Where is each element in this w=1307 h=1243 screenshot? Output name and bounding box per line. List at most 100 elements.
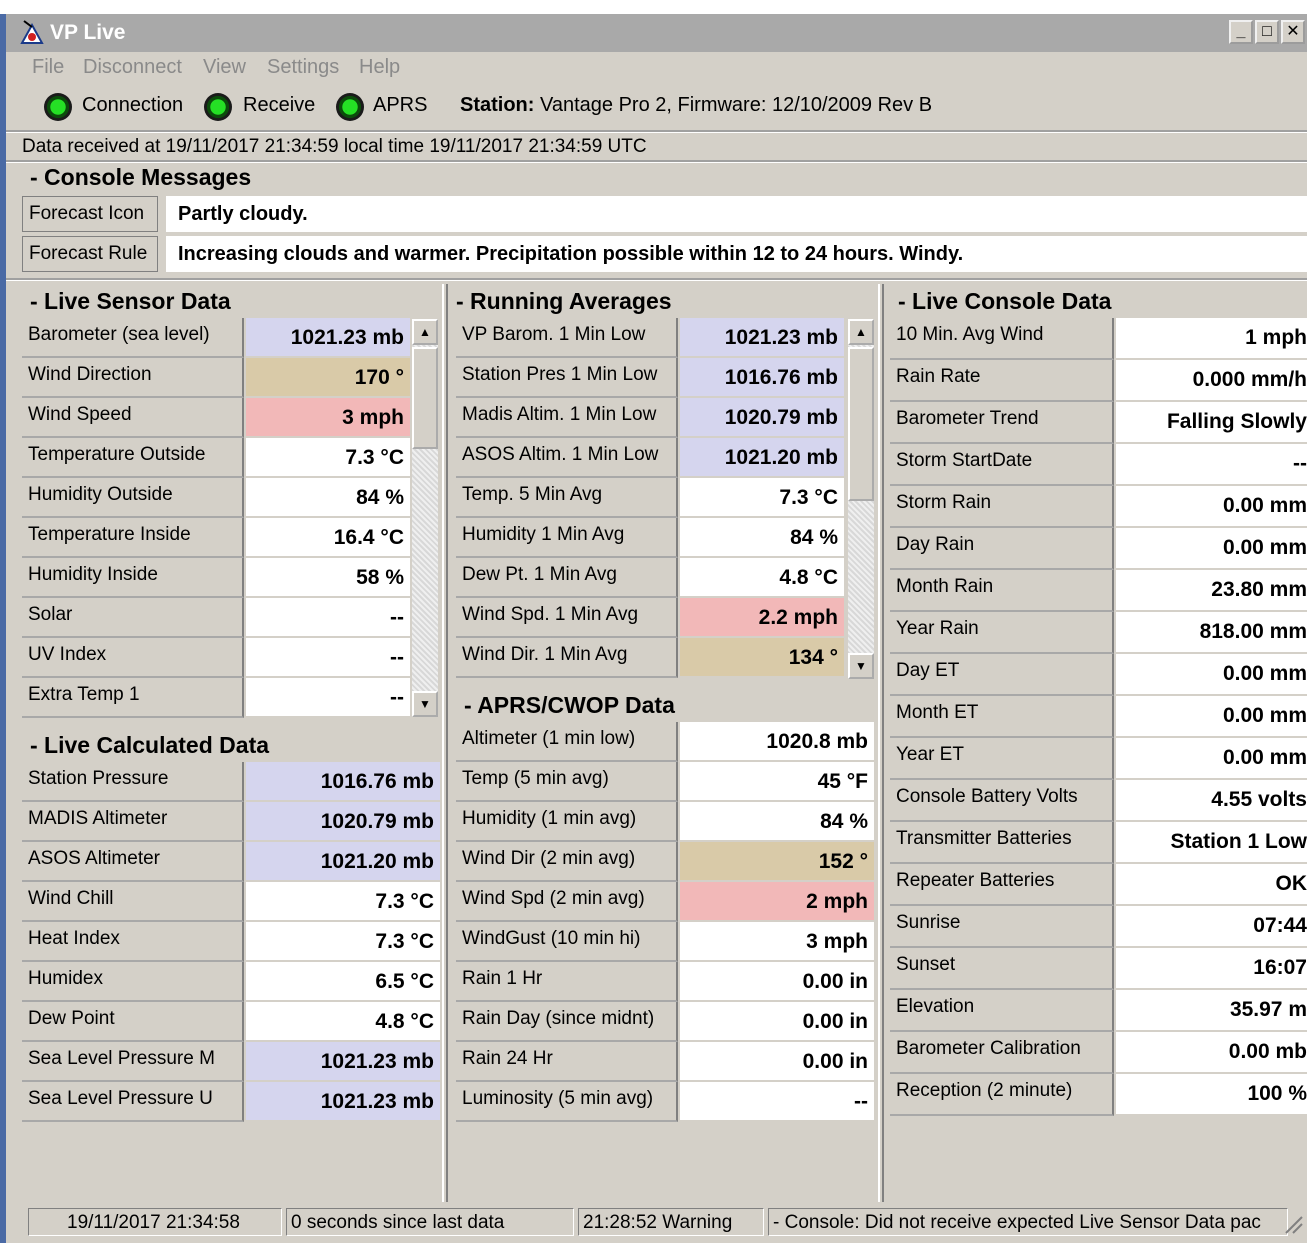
scroll-thumb[interactable]: [412, 347, 438, 449]
data-row-wind-dir-2-min-avg: Wind Dir (2 min avg) 152 °: [456, 842, 874, 882]
data-row-10-min-avg-wind: 10 Min. Avg Wind 1 mph: [890, 318, 1307, 360]
field-value: 0.00 mm: [1116, 486, 1307, 528]
receive-led-icon: [204, 93, 232, 121]
station-info: Station: Vantage Pro 2, Firmware: 12/10/…: [460, 94, 932, 117]
menu-help[interactable]: Help: [359, 56, 400, 79]
field-value: 1021.23 mb: [246, 318, 410, 358]
field-label: Console Battery Volts: [890, 780, 1114, 822]
field-value: 7.3 °C: [680, 478, 844, 518]
data-row-humidity-outside: Humidity Outside 84 %: [22, 478, 440, 518]
data-row-month-rain: Month Rain 23.80 mm: [890, 570, 1307, 612]
console-messages-header[interactable]: - Console Messages: [30, 164, 252, 192]
field-label: ASOS Altimeter: [22, 842, 244, 882]
field-label: Wind Direction: [22, 358, 244, 398]
column-splitter[interactable]: [878, 284, 884, 1202]
field-label: Dew Pt. 1 Min Avg: [456, 558, 678, 598]
aprs-cwop-header[interactable]: - APRS/CWOP Data: [464, 692, 675, 720]
field-label: Humidity (1 min avg): [456, 802, 678, 842]
data-row-vp-barom-1-min-low: VP Barom. 1 Min Low 1021.23 mb: [456, 318, 874, 358]
forecast-rule-label: Forecast Rule: [22, 236, 158, 272]
field-value: 1020.8 mb: [680, 722, 874, 762]
field-label: Madis Altim. 1 Min Low: [456, 398, 678, 438]
field-label: UV Index: [22, 638, 244, 678]
minimize-button[interactable]: _: [1229, 20, 1253, 44]
data-row-wind-direction: Wind Direction 170 °: [22, 358, 440, 398]
scroll-down-arrow-icon[interactable]: ▼: [848, 653, 874, 679]
field-value: 1016.76 mb: [680, 358, 844, 398]
field-label: Wind Chill: [22, 882, 244, 922]
field-label: Barometer (sea level): [22, 318, 244, 358]
field-label: Repeater Batteries: [890, 864, 1114, 906]
data-row-barometer-calibration: Barometer Calibration 0.00 mb: [890, 1032, 1307, 1074]
column-splitter[interactable]: [442, 284, 448, 1202]
close-button[interactable]: ✕: [1281, 20, 1305, 44]
field-label: Heat Index: [22, 922, 244, 962]
divider: [6, 130, 1307, 133]
aprs-cwop-panel: Altimeter (1 min low) 1020.8 mb Temp (5 mi…: [456, 722, 874, 1122]
maximize-button[interactable]: □: [1255, 20, 1279, 44]
data-row-dew-point: Dew Point 4.8 °C: [22, 1002, 440, 1042]
resize-grip-icon[interactable]: [1281, 1212, 1303, 1234]
field-value: 16:07: [1116, 948, 1307, 990]
field-value: 7.3 °C: [246, 882, 440, 922]
data-row-wind-dir-1-min-avg: Wind Dir. 1 Min Avg 134 °: [456, 638, 874, 678]
data-row-month-et: Month ET 0.00 mm: [890, 696, 1307, 738]
data-row-sunset: Sunset 16:07: [890, 948, 1307, 990]
field-label: Humidity 1 Min Avg: [456, 518, 678, 558]
menu-disconnect[interactable]: Disconnect: [83, 56, 182, 79]
field-value: 84 %: [680, 518, 844, 558]
field-value: 1 mph: [1116, 318, 1307, 360]
field-label: Storm Rain: [890, 486, 1114, 528]
field-label: Wind Dir (2 min avg): [456, 842, 678, 882]
data-row-year-rain: Year Rain 818.00 mm: [890, 612, 1307, 654]
menu-settings[interactable]: Settings: [267, 56, 339, 79]
live-calculated-header[interactable]: - Live Calculated Data: [30, 732, 270, 760]
scroll-thumb[interactable]: [848, 347, 874, 501]
live-console-header[interactable]: - Live Console Data: [898, 288, 1112, 316]
title-bar[interactable]: VP Live _ □ ✕: [6, 14, 1307, 52]
field-value: 0.00 mm: [1116, 696, 1307, 738]
menu-file[interactable]: File: [32, 56, 64, 79]
window-title: VP Live: [50, 21, 126, 44]
field-label: Transmitter Batteries: [890, 822, 1114, 864]
field-value: 3 mph: [246, 398, 410, 438]
running-averages-scrollbar[interactable]: ▲ ▼: [848, 319, 874, 679]
data-row-storm-startdate: Storm StartDate --: [890, 444, 1307, 486]
field-value: 1021.23 mb: [680, 318, 844, 358]
field-value: 7.3 °C: [246, 438, 410, 478]
field-value: 2.2 mph: [680, 598, 844, 638]
scroll-up-arrow-icon[interactable]: ▲: [412, 319, 438, 345]
field-label: Sunrise: [890, 906, 1114, 948]
running-averages-header[interactable]: - Running Averages: [456, 288, 672, 316]
field-label: MADIS Altimeter: [22, 802, 244, 842]
field-label: Wind Speed: [22, 398, 244, 438]
data-row-windgust-10-min-hi: WindGust (10 min hi) 3 mph: [456, 922, 874, 962]
field-value: 1016.76 mb: [246, 762, 440, 802]
field-label: Luminosity (5 min avg): [456, 1082, 678, 1122]
field-value: 1020.79 mb: [246, 802, 440, 842]
field-value: 100 %: [1116, 1074, 1307, 1116]
field-value: 170 °: [246, 358, 410, 398]
scroll-down-arrow-icon[interactable]: ▼: [412, 691, 438, 717]
data-row-dew-pt-1-min-avg: Dew Pt. 1 Min Avg 4.8 °C: [456, 558, 874, 598]
data-row-wind-spd-1-min-avg: Wind Spd. 1 Min Avg 2.2 mph: [456, 598, 874, 638]
data-row-barometer-trend: Barometer Trend Falling Slowly: [890, 402, 1307, 444]
field-label: Wind Spd (2 min avg): [456, 882, 678, 922]
data-row-day-et: Day ET 0.00 mm: [890, 654, 1307, 696]
data-row-sea-level-pressure-u: Sea Level Pressure U 1021.23 mb: [22, 1082, 440, 1122]
data-row-wind-chill: Wind Chill 7.3 °C: [22, 882, 440, 922]
data-row-rain-rate: Rain Rate 0.000 mm/h: [890, 360, 1307, 402]
field-value: 4.55 volts: [1116, 780, 1307, 822]
field-value: 1021.20 mb: [680, 438, 844, 478]
running-averages-panel: VP Barom. 1 Min Low 1021.23 mb Station Pre…: [456, 318, 874, 680]
menu-view[interactable]: View: [203, 56, 246, 79]
field-label: VP Barom. 1 Min Low: [456, 318, 678, 358]
live-sensor-header[interactable]: - Live Sensor Data: [30, 288, 231, 316]
scroll-up-arrow-icon[interactable]: ▲: [848, 319, 874, 345]
data-row-rain-24-hr: Rain 24 Hr 0.00 in: [456, 1042, 874, 1082]
live-sensor-scrollbar[interactable]: ▲ ▼: [412, 319, 438, 717]
field-value: 45 °F: [680, 762, 874, 802]
field-value: Falling Slowly: [1116, 402, 1307, 444]
field-label: Station Pres 1 Min Low: [456, 358, 678, 398]
divider: [6, 160, 1307, 163]
